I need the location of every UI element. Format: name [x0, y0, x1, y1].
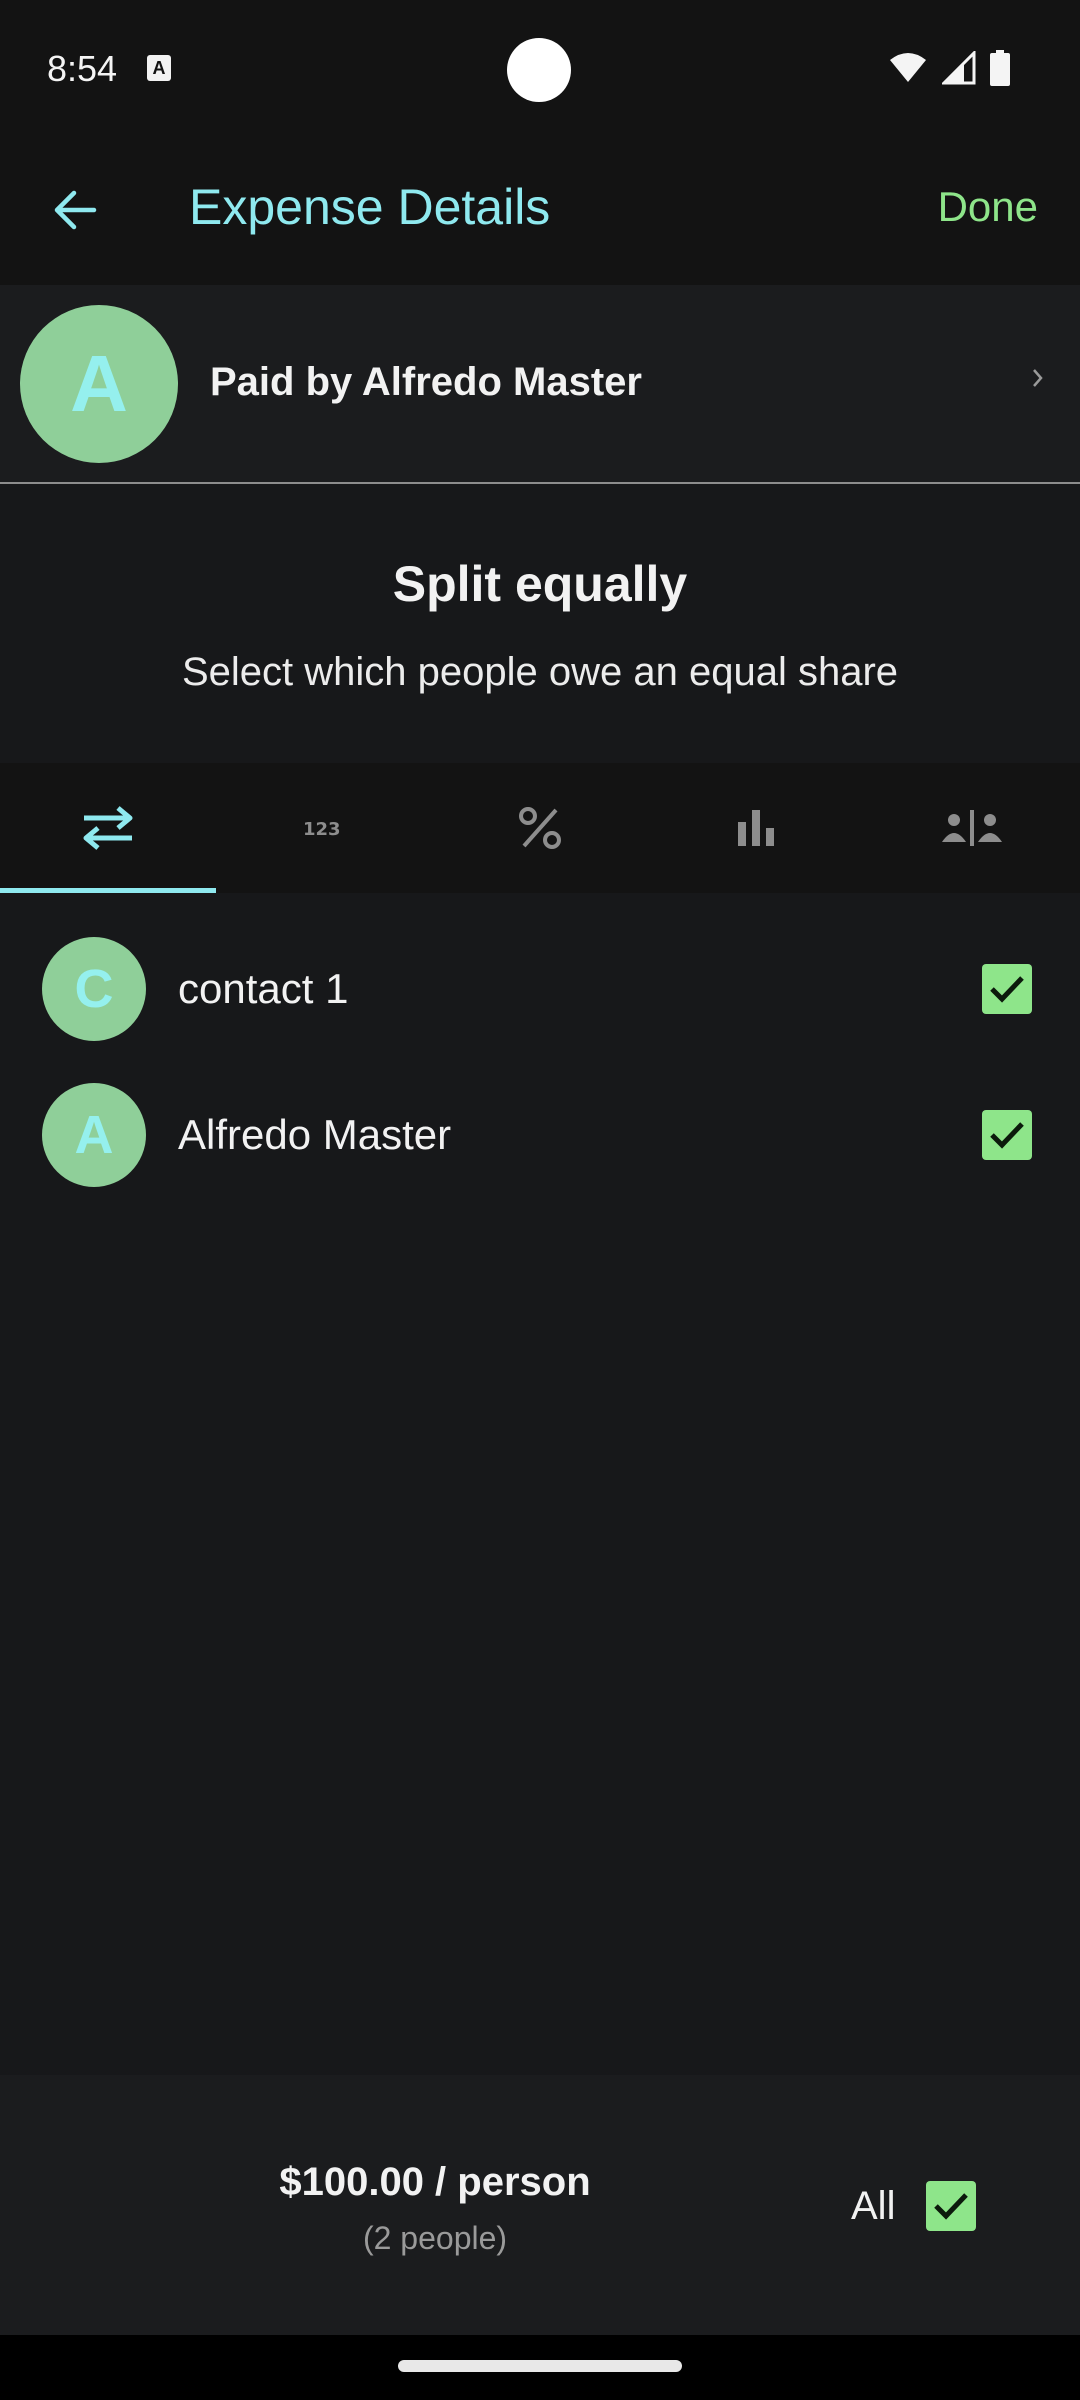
split-subtitle: Select which people owe an equal share: [181, 650, 899, 694]
wifi-icon: [890, 53, 926, 82]
select-all-checkbox[interactable]: [926, 2181, 976, 2231]
tab-equal-split[interactable]: [0, 763, 216, 893]
payer-avatar: A: [20, 305, 178, 463]
person-name: contact 1: [178, 965, 349, 1012]
checkmark-icon: [990, 1122, 1024, 1149]
people-count: (2 people): [362, 2220, 508, 2256]
camera-cutout: [507, 38, 571, 102]
tab-adjustment[interactable]: [864, 763, 1080, 893]
svg-text:123: 123: [303, 819, 341, 840]
avatar: C: [42, 937, 146, 1041]
swap-arrows-icon: [83, 806, 133, 850]
signal-icon: [942, 51, 976, 85]
page-title: Expense Details: [189, 179, 551, 235]
person-checkbox[interactable]: [982, 1110, 1032, 1160]
chevron-right-icon: [1033, 369, 1043, 387]
status-time: 8:54: [47, 48, 118, 89]
list-item[interactable]: C contact 1: [0, 937, 1080, 1077]
list-item[interactable]: A Alfredo Master: [0, 1083, 1080, 1223]
percent-icon: [519, 807, 561, 849]
person-name: Alfredo Master: [178, 1111, 452, 1158]
avatar: A: [42, 1083, 146, 1187]
tab-shares[interactable]: [648, 763, 864, 893]
split-method-tabs: 123: [0, 763, 1080, 893]
numbers-123-icon: 123: [303, 819, 341, 840]
text-a-icon: A: [147, 55, 171, 81]
bar-chart-icon: [738, 810, 774, 846]
status-icons: [888, 50, 1010, 86]
done-button[interactable]: Done: [938, 183, 1038, 231]
paid-by-label: Paid by Alfredo Master: [210, 360, 642, 404]
home-gesture-handle[interactable]: [398, 2360, 682, 2372]
battery-icon: [990, 50, 1010, 86]
select-all-label: All: [851, 2184, 896, 2228]
back-button[interactable]: [40, 170, 110, 250]
split-summary: [0, 2075, 1080, 2335]
person-checkbox[interactable]: [982, 964, 1032, 1014]
checkmark-icon: [990, 976, 1024, 1003]
tab-percentages[interactable]: [432, 763, 648, 893]
people-split-icon: [942, 810, 1002, 846]
tab-indicator: [0, 888, 216, 893]
arrow-back-icon: [54, 190, 97, 230]
tab-exact-amounts[interactable]: 123: [216, 763, 432, 893]
checkmark-icon: [934, 2193, 968, 2220]
per-person-amount: $100.00 / person: [279, 2160, 591, 2204]
split-title: Split equally: [392, 556, 688, 612]
